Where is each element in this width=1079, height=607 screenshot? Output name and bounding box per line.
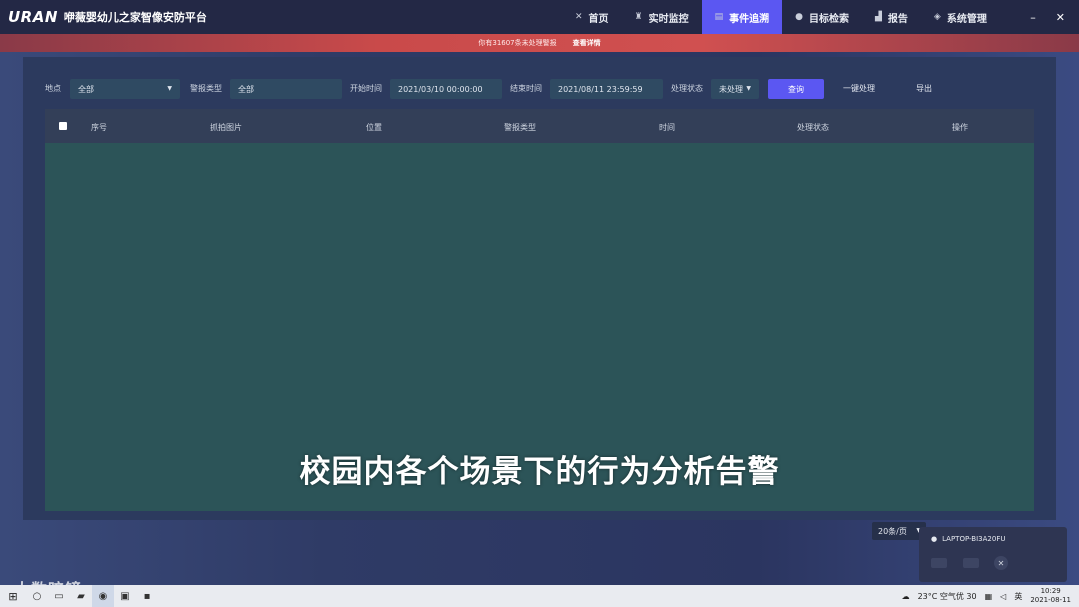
col-index: 序号 (91, 123, 107, 132)
network-icon[interactable]: ▦ (985, 592, 993, 601)
app-logo: URAN 咿薇婴幼儿之家智像安防平台 (0, 8, 207, 26)
end-time-input[interactable]: 2021/08/11 23:59:59 (550, 79, 663, 99)
col-status: 处理状态 (797, 123, 829, 132)
windows-start-icon[interactable]: ⊞ (0, 585, 26, 607)
app-title: 咿薇婴幼儿之家智像安防平台 (63, 11, 207, 24)
start-time-input[interactable]: 2021/03/10 00:00:00 (390, 79, 502, 99)
close-button[interactable]: ✕ (1056, 11, 1065, 24)
device-name-row: ● LAPTOP-BI3A20FU (931, 535, 1005, 543)
col-actions: 操作 (952, 123, 968, 132)
page-size-value: 20条/页 (878, 526, 907, 536)
volume-icon[interactable]: ◁ (1000, 592, 1006, 601)
event-table: 序号 抓拍图片 位置 警报类型 时间 处理状态 操作 校园内各个场景下的行为分析… (45, 109, 1034, 511)
end-time-label: 结束时间 (510, 84, 542, 93)
status-select-value: 未处理 (719, 84, 743, 94)
col-time: 时间 (659, 123, 675, 132)
start-time-label: 开始时间 (350, 84, 382, 93)
nav-item-label: 报告 (887, 13, 908, 25)
export-button[interactable]: 导出 (916, 83, 932, 94)
alarm-type-input[interactable]: 全部 (230, 79, 342, 99)
main-nav: ✕ 首页 ♜ 实时监控 ▤ 事件追溯 ● 目标检索 ▟ 报告 ◈ 系统管理 (562, 0, 1000, 34)
location-select[interactable]: 全部 ▼ (70, 79, 180, 99)
alarm-notice-bar: 你有31607条未处理警报 查看详情 (0, 34, 1079, 52)
page-size-select[interactable]: 20条/页 ▼ (872, 522, 926, 540)
browser-icon[interactable]: ◉ (92, 585, 114, 607)
filter-bar: 地点 全部 ▼ 警报类型 全部 开始时间 2021/03/10 00:00:00… (23, 79, 1056, 99)
video-subtitle: 校园内各个场景下的行为分析告警 (299, 454, 780, 490)
os-taskbar: ⊞ ○ ▭ ▰ ◉ ▣ ▪ ☁ 23°C 空气优 30 ▦ ◁ 英 10:29 … (0, 585, 1079, 607)
task-view-icon[interactable]: ▭ (48, 585, 70, 607)
display-button[interactable] (963, 558, 979, 568)
nav-item-label: 系统管理 (946, 13, 987, 25)
col-snapshot: 抓拍图片 (210, 123, 242, 132)
col-alarm-type: 警报类型 (504, 123, 536, 132)
ime-indicator[interactable]: 英 (1014, 591, 1022, 602)
weather-text: 23°C 空气优 30 (917, 591, 977, 601)
nav-item-label: 事件追溯 (729, 13, 770, 25)
remote-device-popup: ● LAPTOP-BI3A20FU ✕ (919, 527, 1067, 582)
app-icon[interactable]: ▣ (114, 585, 136, 607)
keyboard-button[interactable] (931, 558, 947, 568)
nav-item-5[interactable]: ◈ 系统管理 (921, 0, 1000, 34)
alarm-type-value: 全部 (238, 84, 254, 94)
chevron-down-icon: ▼ (167, 85, 172, 92)
nav-item-1[interactable]: ♜ 实时监控 (622, 0, 702, 34)
home-icon: ✕ (575, 12, 583, 22)
logo-mark: URAN (8, 8, 58, 26)
chevron-down-icon: ▼ (746, 85, 751, 92)
clock[interactable]: 10:29 2021-08-11 (1030, 587, 1071, 605)
view-details-link[interactable]: 查看详情 (573, 38, 601, 48)
start-time-value: 2021/03/10 00:00:00 (398, 84, 483, 94)
system-tray: ☁ 23°C 空气优 30 ▦ ◁ 英 10:29 2021-08-11 (902, 585, 1071, 607)
clock-time: 10:29 (1040, 587, 1061, 595)
end-time-value: 2021/08/11 23:59:59 (558, 84, 643, 94)
device-name: LAPTOP-BI3A20FU (942, 535, 1006, 543)
nav-item-2[interactable]: ▤ 事件追溯 (701, 0, 783, 34)
terminal-icon[interactable]: ▪ (136, 585, 158, 607)
nav-item-3[interactable]: ● 目标检索 (782, 0, 862, 34)
person-icon: ● (795, 12, 803, 22)
col-location: 位置 (366, 123, 382, 132)
location-select-value: 全部 (78, 84, 94, 94)
event-trace-panel: 地点 全部 ▼ 警报类型 全部 开始时间 2021/03/10 00:00:00… (23, 57, 1056, 520)
select-all-checkbox[interactable] (59, 122, 67, 130)
nav-item-4[interactable]: ▟ 报告 (862, 0, 921, 34)
user-icon: ● (931, 535, 938, 543)
nav-item-label: 首页 (588, 13, 609, 25)
alarm-notice-text: 你有31607条未处理警报 (478, 39, 557, 47)
table-header: 序号 抓拍图片 位置 警报类型 时间 处理状态 操作 (45, 109, 1034, 143)
window-controls: – ✕ (1030, 0, 1065, 34)
alarm-type-label: 警报类型 (190, 84, 222, 93)
camera-icon: ♜ (634, 12, 643, 22)
disconnect-icon[interactable]: ✕ (994, 556, 1008, 570)
document-icon: ▤ (714, 12, 724, 22)
batch-process-button[interactable]: 一键处理 (843, 83, 875, 94)
clock-date: 2021-08-11 (1030, 596, 1071, 604)
folder-icon[interactable]: ▰ (70, 585, 92, 607)
top-nav-bar: URAN 咿薇婴幼儿之家智像安防平台 ✕ 首页 ♜ 实时监控 ▤ 事件追溯 ● 目标检索 ▟ 报告… (0, 0, 1079, 34)
location-label: 地点 (45, 84, 61, 93)
weather-icon: ☁ (901, 591, 910, 601)
chart-icon: ▟ (875, 12, 882, 22)
status-label: 处理状态 (671, 84, 703, 93)
nav-item-label: 目标检索 (809, 13, 849, 25)
nav-item-0[interactable]: ✕ 首页 (562, 0, 622, 34)
minimize-button[interactable]: – (1030, 11, 1036, 24)
nav-item-label: 实时监控 (648, 13, 689, 25)
status-select[interactable]: 未处理 ▼ (711, 79, 759, 99)
layers-icon: ◈ (933, 12, 941, 22)
query-button[interactable]: 查询 (768, 79, 824, 99)
search-icon[interactable]: ○ (26, 585, 48, 607)
